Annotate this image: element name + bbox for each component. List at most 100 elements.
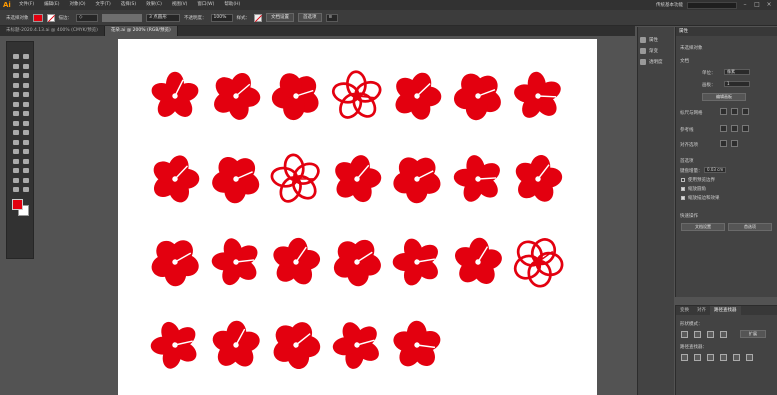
merge-icon[interactable]: [707, 354, 714, 361]
magic-wand-tool-icon[interactable]: [13, 63, 19, 69]
hibiscus-flower-icon[interactable]: [269, 235, 323, 289]
tab-align[interactable]: 对齐: [693, 306, 710, 315]
direct-selection-tool-icon[interactable]: [23, 54, 29, 59]
hibiscus-flower-icon[interactable]: [330, 318, 384, 372]
exclude-icon[interactable]: [720, 331, 727, 338]
menu-edit[interactable]: 编辑(E): [39, 0, 64, 10]
line-tool-icon[interactable]: [23, 82, 29, 88]
hibiscus-flower-icon[interactable]: [330, 235, 384, 289]
outline-icon[interactable]: [733, 354, 740, 361]
doc-setup-panel-button[interactable]: 文档设置: [681, 223, 725, 231]
opacity-input[interactable]: 100%: [210, 13, 233, 22]
type-tool-icon[interactable]: [13, 82, 19, 88]
hibiscus-flower-icon[interactable]: [209, 152, 263, 206]
preferences-panel-button[interactable]: 首选项: [728, 223, 772, 231]
hibiscus-flower-icon[interactable]: [390, 318, 444, 372]
hibiscus-flower-icon[interactable]: [390, 152, 444, 206]
scale-strokes-checkbox[interactable]: [681, 196, 685, 200]
hibiscus-flower-icon[interactable]: [148, 69, 202, 123]
menu-help[interactable]: 帮助(H): [219, 0, 245, 10]
pencil-tool-icon[interactable]: [23, 101, 29, 107]
eraser-tool-icon[interactable]: [13, 111, 19, 116]
preferences-button[interactable]: 首选项: [298, 13, 322, 22]
minimize-icon[interactable]: –: [741, 1, 749, 9]
doc-setup-button[interactable]: 文档设置: [266, 13, 294, 22]
divide-icon[interactable]: [681, 354, 688, 361]
workspace-switcher[interactable]: 传统基本功能: [656, 2, 683, 8]
fill-swatch[interactable]: [32, 13, 43, 22]
artboard-dropdown[interactable]: 1: [724, 81, 750, 87]
intersect-icon[interactable]: [707, 331, 714, 338]
menu-select[interactable]: 选择(S): [116, 0, 141, 10]
hibiscus-flower-icon[interactable]: [390, 69, 444, 123]
search-input[interactable]: [687, 1, 737, 9]
menu-file[interactable]: 文件(F): [14, 0, 39, 10]
tab-document-1[interactable]: 未标题-2020.4.13.ai @ 400% (CMYK/预览): [0, 26, 105, 36]
graph-tool-icon[interactable]: [13, 168, 19, 173]
preview-bounds-checkbox[interactable]: [681, 178, 685, 182]
dock-transparency[interactable]: 透明度: [640, 59, 663, 65]
tab-pathfinder[interactable]: 路径查找器: [710, 306, 741, 315]
guides-lock-icon[interactable]: [731, 125, 738, 132]
artboard[interactable]: [118, 39, 597, 395]
tab-document-2[interactable]: 花朵.ai @ 200% (RGB/预览): [104, 26, 178, 36]
expand-button[interactable]: 扩展: [740, 330, 766, 338]
menu-object[interactable]: 对象(O): [64, 0, 90, 10]
hibiscus-flower-icon[interactable]: [511, 69, 565, 123]
hibiscus-flower-icon[interactable]: [390, 235, 444, 289]
slice-tool-icon[interactable]: [13, 177, 19, 183]
hibiscus-flower-icon[interactable]: [269, 318, 323, 372]
rectangle-tool-icon[interactable]: [13, 92, 19, 97]
symbol-sprayer-tool-icon[interactable]: [23, 158, 29, 164]
maximize-icon[interactable]: □: [753, 1, 761, 9]
brush-dropdown[interactable]: 3 点圆形: [146, 13, 180, 22]
fill-color-box[interactable]: [12, 199, 23, 210]
close-icon[interactable]: ×: [765, 1, 773, 9]
lasso-tool-icon[interactable]: [23, 63, 29, 69]
hibiscus-flower-icon[interactable]: [209, 69, 263, 123]
hibiscus-flower-icon[interactable]: [511, 152, 565, 206]
zoom-tool-icon[interactable]: [13, 187, 19, 192]
smart-guides-icon[interactable]: [742, 125, 749, 132]
menu-window[interactable]: 窗口(W): [192, 0, 219, 10]
dock-properties[interactable]: 属性: [640, 37, 658, 43]
rotate-tool-icon[interactable]: [23, 111, 29, 116]
scale-corners-checkbox[interactable]: [681, 187, 685, 191]
hibiscus-flower-icon[interactable]: [330, 152, 384, 206]
menu-type[interactable]: 文字(T): [91, 0, 116, 10]
grid-icon[interactable]: [731, 108, 738, 115]
selection-tool-icon[interactable]: [13, 54, 19, 59]
eyedropper-tool-icon[interactable]: [23, 149, 29, 154]
gradient-tool-icon[interactable]: [13, 149, 19, 154]
width-tool-icon[interactable]: [23, 120, 29, 126]
hibiscus-flower-icon[interactable]: [209, 235, 263, 289]
shaper-tool-icon[interactable]: [13, 101, 19, 107]
unite-icon[interactable]: [681, 331, 688, 338]
style-swatch[interactable]: [254, 13, 262, 22]
crop-icon[interactable]: [720, 354, 727, 361]
arrange-icon[interactable]: ≡: [325, 13, 338, 22]
menu-effect[interactable]: 效果(C): [141, 0, 167, 10]
tab-transform[interactable]: 变换: [676, 306, 693, 315]
edit-artboard-button[interactable]: 编辑画板: [702, 93, 746, 101]
variable-width-profile[interactable]: [102, 13, 142, 22]
hibiscus-flower-icon[interactable]: [511, 235, 565, 289]
help-tool-icon[interactable]: [23, 187, 29, 192]
pen-tool-icon[interactable]: [13, 73, 19, 78]
snap-to-point-icon[interactable]: [720, 140, 727, 147]
hibiscus-flower-icon[interactable]: [451, 235, 505, 289]
curvature-tool-icon[interactable]: [23, 73, 29, 78]
keyboard-increment-input[interactable]: 0.03 cm: [704, 167, 726, 173]
ruler-icon[interactable]: [720, 108, 727, 115]
hibiscus-flower-icon[interactable]: [330, 69, 384, 123]
hibiscus-flower-icon[interactable]: [451, 69, 505, 123]
blend-tool-icon[interactable]: [13, 158, 19, 164]
hibiscus-flower-icon[interactable]: [269, 152, 323, 206]
menu-view[interactable]: 视图(V): [167, 0, 193, 10]
pixel-grid-icon[interactable]: [742, 108, 749, 115]
scale-tool-icon[interactable]: [13, 120, 19, 126]
trim-icon[interactable]: [694, 354, 701, 361]
hibiscus-flower-icon[interactable]: [148, 318, 202, 372]
dock-gradient[interactable]: 渐变: [640, 48, 658, 54]
hibiscus-flower-icon[interactable]: [148, 152, 202, 206]
